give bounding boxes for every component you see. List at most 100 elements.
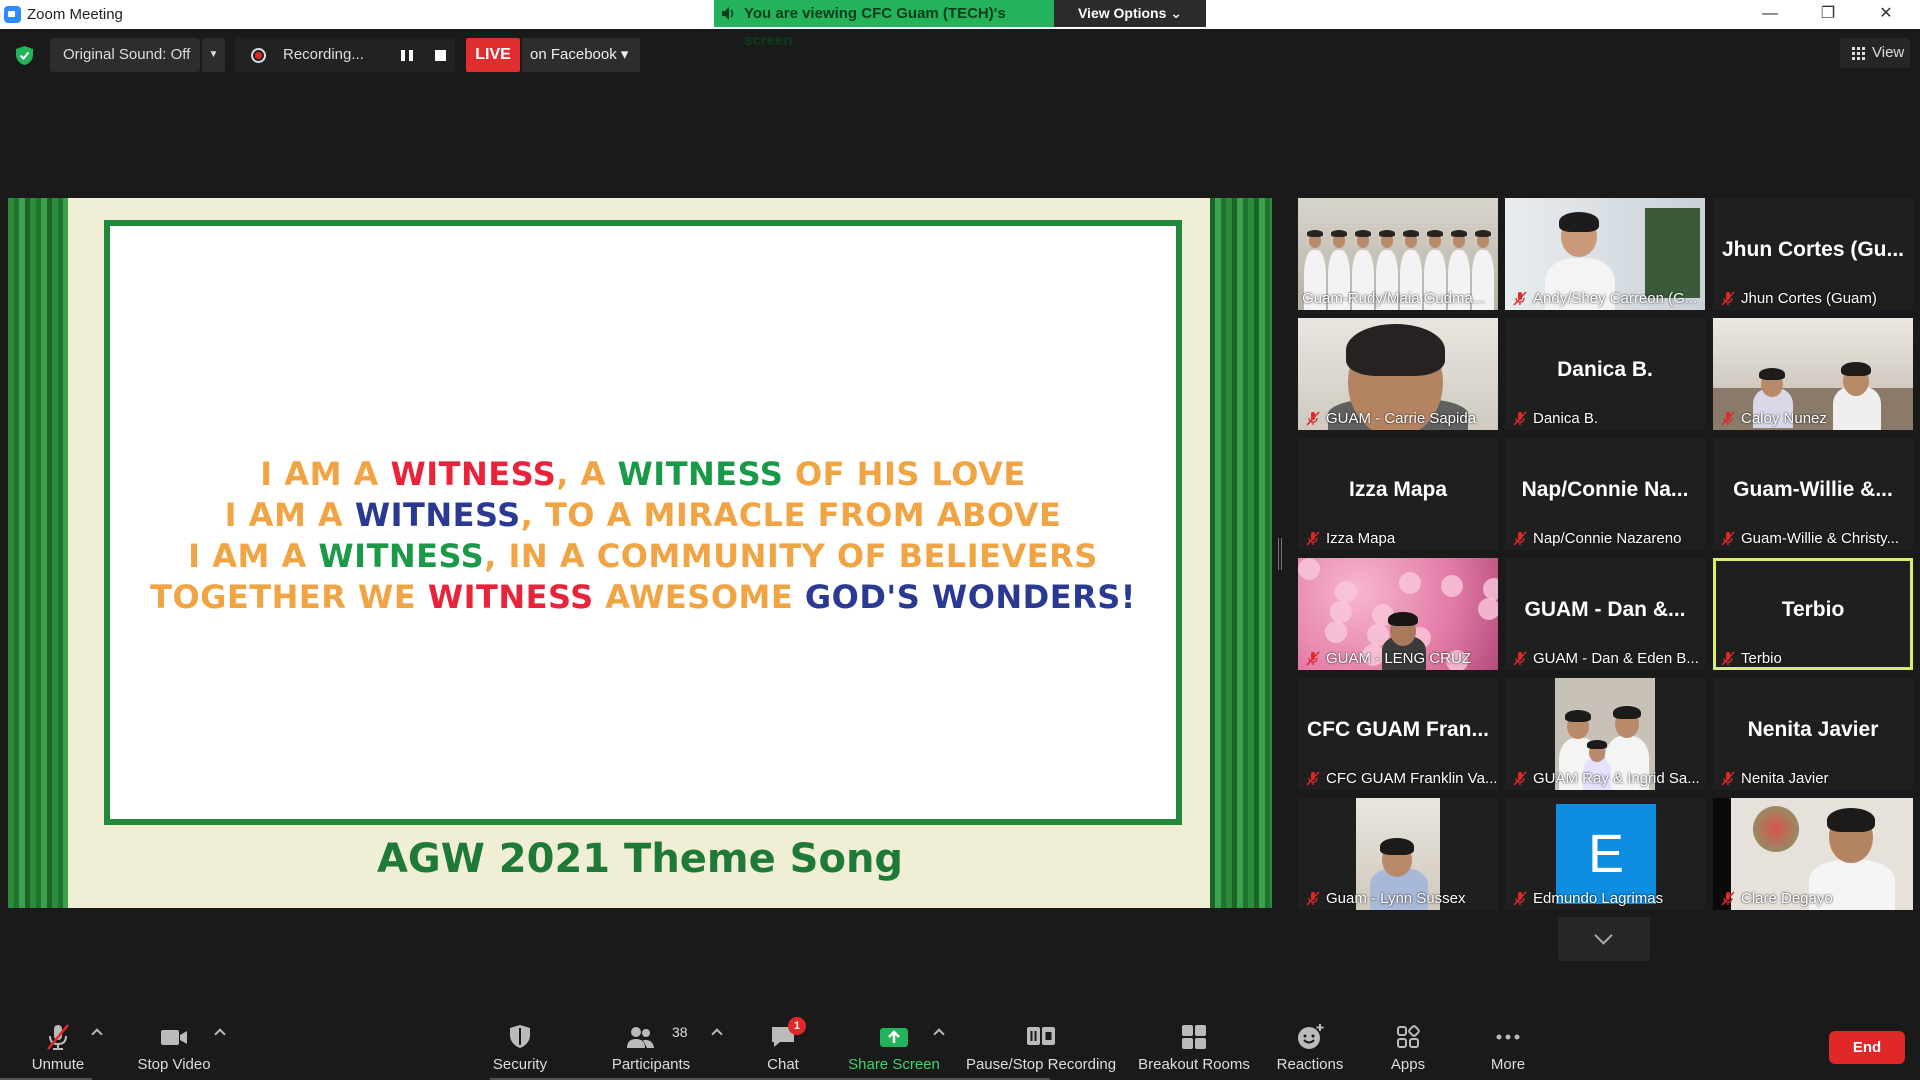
participant-tile[interactable]: Clare Degayo [1713, 798, 1913, 910]
participant-name-label: Guam-Willie & Christy... [1741, 530, 1900, 547]
participant-display-name: CFC GUAM Fran... [1307, 718, 1489, 741]
participant-tile[interactable]: CFC GUAM Fran... CFC GUAM Franklin Va... [1298, 678, 1498, 790]
recording-indicator: Recording... [235, 38, 455, 72]
pause-recording-icon[interactable] [401, 50, 413, 61]
more-label: More [1490, 1056, 1526, 1073]
view-layout-button[interactable]: View [1840, 38, 1910, 68]
participants-count: 38 [672, 1024, 688, 1040]
slide-curtain-left [8, 198, 68, 908]
share-screen-button[interactable]: Share Screen [843, 1012, 945, 1080]
participant-display-name: Jhun Cortes (Gu... [1721, 238, 1904, 261]
participant-display-name: Guam-Willie &... [1733, 478, 1893, 501]
lyric-segment: , A [556, 455, 618, 493]
participant-name-label: Guam-Rudy/Maia Gudma... [1302, 290, 1486, 307]
lyric-segment: WITNESS [427, 578, 594, 616]
participant-tile[interactable]: GUAM - Dan &... GUAM - Dan & Eden B... [1505, 558, 1705, 670]
slide-curtain-right [1210, 198, 1272, 908]
lyric-line: I AM A WITNESS, A WITNESS OF HIS LOVE [110, 454, 1176, 495]
participant-name-label: CFC GUAM Franklin Va... [1326, 770, 1498, 787]
participant-tile[interactable]: Nap/Connie Na... Nap/Connie Nazareno [1505, 438, 1705, 550]
view-options-button[interactable]: View Options ⌄ [1054, 0, 1206, 27]
lyric-segment: WITNESS [354, 496, 521, 534]
chat-unread-badge: 1 [788, 1017, 806, 1035]
slide-lyrics-frame: I AM A WITNESS, A WITNESS OF HIS LOVE I A… [104, 220, 1182, 825]
reactions-label: Reactions [1276, 1056, 1344, 1073]
participant-tile[interactable]: Guam-Willie &... Guam-Willie & Christy... [1713, 438, 1913, 550]
more-button[interactable]: More [1470, 1012, 1546, 1080]
participant-name-label: Nap/Connie Nazareno [1533, 530, 1682, 547]
participant-name-label: Nenita Javier [1741, 770, 1829, 787]
participant-tile[interactable]: Jhun Cortes (Gu... Jhun Cortes (Guam) [1713, 198, 1913, 310]
lyric-segment: , IN A COMMUNITY OF BELIEVERS [484, 537, 1098, 575]
lyric-segment: WITNESS [390, 455, 557, 493]
participant-tile[interactable]: GUAM - Carrie Sapida [1298, 318, 1498, 430]
pause-stop-recording-button[interactable]: Pause/Stop Recording [962, 1012, 1120, 1080]
security-shield-icon [510, 1025, 530, 1048]
participant-name-label: GUAM - Carrie Sapida [1326, 410, 1477, 427]
pause-stop-icon [1027, 1027, 1055, 1045]
gallery-next-page-button[interactable] [1558, 917, 1650, 961]
participant-name-label: Danica B. [1533, 410, 1599, 427]
participant-name-label: Caloy Nunez [1741, 410, 1827, 427]
participants-options-caret[interactable] [711, 1028, 723, 1040]
security-button[interactable]: Security [478, 1012, 562, 1080]
lyric-segment: I AM A [260, 455, 391, 493]
participant-tile[interactable]: Danica B. Danica B. [1505, 318, 1705, 430]
participant-tile[interactable]: Guam-Rudy/Maia Gudma... [1298, 198, 1498, 310]
apps-icon [1397, 1025, 1420, 1048]
restore-button[interactable]: ❐ [1803, 0, 1853, 29]
video-camera-icon [161, 1030, 187, 1045]
stop-recording-icon[interactable] [435, 50, 446, 61]
participant-name-label: Guam - Lynn Sussex [1326, 890, 1466, 907]
participant-name-label: GUAM Ray & Ingrid Sa... [1533, 770, 1700, 787]
chat-button[interactable]: 1 Chat [750, 1012, 816, 1080]
participant-name-label: Terbio [1741, 650, 1782, 667]
minimize-button[interactable]: — [1745, 0, 1795, 29]
lyric-line: I AM A WITNESS, IN A COMMUNITY OF BELIEV… [110, 536, 1176, 577]
participant-display-name: Nap/Connie Na... [1521, 478, 1689, 501]
lyric-segment: WITNESS [617, 455, 784, 493]
slide-lyrics: I AM A WITNESS, A WITNESS OF HIS LOVE I A… [110, 454, 1176, 618]
participant-name-label: Jhun Cortes (Guam) [1741, 290, 1877, 307]
stop-video-label: Stop Video [137, 1056, 211, 1073]
participant-tile[interactable]: GUAM Ray & Ingrid Sa... [1505, 678, 1705, 790]
lyric-line: TOGETHER WE WITNESS AWESOME GOD'S WONDER… [110, 577, 1176, 618]
security-label: Security [492, 1056, 548, 1073]
participant-tile[interactable]: Nenita Javier Nenita Javier [1713, 678, 1913, 790]
lyric-segment: I AM A [188, 537, 319, 575]
participants-button[interactable]: 38 Participants [598, 1012, 704, 1080]
participant-name-label: Clare Degayo [1741, 890, 1833, 907]
breakout-rooms-button[interactable]: Breakout Rooms [1134, 1012, 1254, 1080]
slide-title: AGW 2021 Theme Song [376, 836, 904, 882]
participant-tile[interactable]: E Edmundo Lagrimas [1505, 798, 1705, 910]
live-stream-target-dropdown[interactable]: on Facebook ▾ [522, 38, 640, 72]
lyric-segment: I AM A [224, 496, 355, 534]
close-button[interactable]: ✕ [1861, 0, 1911, 29]
lyric-segment: , TO A MIRACLE FROM ABOVE [520, 496, 1062, 534]
participant-tile[interactable]: Caloy Nunez [1713, 318, 1913, 430]
lyric-segment: AWESOME [593, 578, 805, 616]
participant-tile[interactable]: Guam - Lynn Sussex [1298, 798, 1498, 910]
zoom-logo-icon [4, 6, 21, 23]
participant-name-label: Andy/Shey Carreon (G... [1533, 290, 1698, 307]
more-dots-icon [1496, 1034, 1520, 1040]
participant-tile[interactable]: Terbio Terbio [1713, 558, 1913, 670]
stop-video-button[interactable]: Stop Video [124, 1012, 224, 1080]
participant-tile[interactable]: Andy/Shey Carreon (G... [1505, 198, 1705, 310]
original-sound-button[interactable]: Original Sound: Off [50, 38, 200, 72]
encryption-shield-icon[interactable] [16, 46, 33, 65]
apps-button[interactable]: Apps [1376, 1012, 1440, 1080]
participant-tile[interactable]: Izza Mapa Izza Mapa [1298, 438, 1498, 550]
end-meeting-button[interactable]: End [1829, 1031, 1905, 1064]
reactions-button[interactable]: Reactions [1268, 1012, 1352, 1080]
panel-resize-handle[interactable] [1278, 538, 1282, 570]
live-badge: LIVE [466, 38, 520, 72]
breakout-rooms-label: Breakout Rooms [1138, 1056, 1250, 1073]
grid-icon [1852, 47, 1865, 60]
participant-tile[interactable]: GUAM - LENG CRUZ [1298, 558, 1498, 670]
unmute-button[interactable]: Unmute [15, 1012, 101, 1080]
participant-display-name: Nenita Javier [1747, 718, 1879, 741]
unmute-label: Unmute [31, 1056, 85, 1073]
original-sound-dropdown[interactable]: ▼ [202, 38, 225, 72]
reactions-smiley-icon [1298, 1024, 1324, 1049]
